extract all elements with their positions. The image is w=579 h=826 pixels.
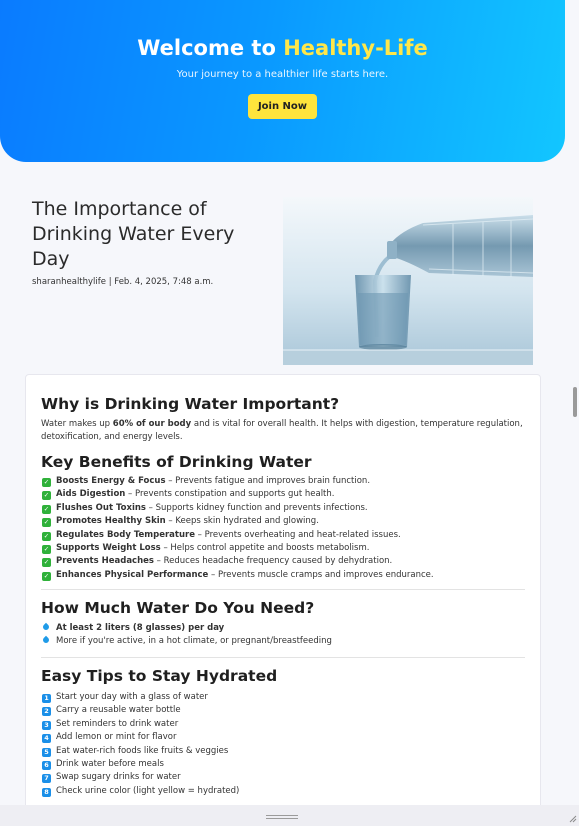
benefits-heading: Key Benefits of Drinking Water (41, 453, 312, 471)
bottom-drag-bar[interactable] (0, 805, 579, 826)
tip-text: Set reminders to drink water (56, 718, 179, 729)
tip-item: 2 Carry a reusable water bottle (42, 704, 239, 717)
benefit-item: ✓ Boosts Energy & Focus – Prevents fatigu… (42, 475, 434, 488)
article-card: Why is Drinking Water Important? Water m… (25, 374, 541, 816)
number-1-icon: 1 (42, 694, 51, 703)
number-4-icon: 4 (42, 734, 51, 744)
resize-corner-icon[interactable] (569, 815, 577, 823)
benefit-title: Aids Digestion (56, 489, 126, 500)
tip-text: Drink water before meals (56, 758, 164, 769)
benefit-desc: – Prevents constipation and supports gut… (125, 489, 335, 500)
benefit-desc: – Prevents overheating and heat-related … (194, 529, 401, 540)
benefit-title: Prevents Headaches (56, 556, 154, 567)
tips-list: 1 Start your day with a glass of water 2C… (42, 691, 239, 798)
check-icon: ✓ (42, 518, 51, 528)
water-drop-icon (41, 636, 51, 645)
benefit-item: ✓ Flushes Out Toxins – Supports kidney fu… (42, 502, 434, 515)
hero-tagline: Your journey to a healthier life starts … (176, 69, 389, 80)
benefit-desc: – Helps control appetite and boosts meta… (160, 542, 370, 553)
benefit-title: Supports Weight Loss (56, 542, 161, 553)
tip-text: Carry a reusable water bottle (56, 705, 181, 716)
benefit-item: ✓ Supports Weight Loss – Helps control ap… (42, 542, 434, 555)
why-paragraph: Water makes up 60% of our body and is vi… (41, 418, 526, 444)
check-icon: ✓ (42, 558, 51, 568)
check-icon: ✓ (42, 544, 51, 554)
join-now-button[interactable]: Join Now (248, 94, 317, 119)
number-8-icon: 8 (42, 787, 51, 797)
check-icon: ✓ (42, 531, 51, 541)
water-drop-icon (41, 622, 51, 632)
benefit-desc: – Prevents fatigue and improves brain fu… (165, 476, 371, 486)
drag-handle-icon[interactable] (266, 815, 298, 819)
why-text-before: Water makes up (41, 419, 113, 429)
section-divider (41, 657, 525, 658)
amount-heading: How Much Water Do You Need? (41, 599, 315, 617)
why-heading: Why is Drinking Water Important? (41, 395, 340, 413)
tip-item: 6 Drink water before meals (42, 758, 239, 771)
hero-title-prefix: Welcome to (137, 36, 284, 60)
post-meta: sharanhealthylife | Feb. 4, 2025, 7:48 a… (32, 277, 214, 287)
tip-text: Eat water-rich foods like fruits & veggi… (56, 745, 229, 756)
benefit-title: Enhances Physical Performance (56, 569, 209, 580)
hero-title: Welcome to Healthy-Life (0, 36, 565, 60)
number-6-icon: 6 (42, 760, 51, 770)
number-3-icon: 3 (42, 720, 51, 730)
tip-text: Start your day with a glass of water (56, 692, 208, 702)
hero-title-accent: Healthy-Life (283, 36, 428, 60)
benefits-list: ✓ Boosts Energy & Focus – Prevents fatigu… (42, 475, 434, 582)
benefit-item: ✓ Aids Digestion – Prevents constipation … (42, 488, 434, 501)
hero-banner: Welcome to Healthy-Life Your journey to … (0, 0, 565, 162)
benefit-desc: – Keeps skin hydrated and glowing. (165, 516, 319, 527)
benefit-desc: – Reduces headache frequency caused by d… (153, 556, 393, 567)
amount-item: At least 2 liters (8 glasses) per day (41, 622, 332, 635)
number-7-icon: 7 (42, 774, 51, 784)
number-2-icon: 2 (42, 707, 51, 717)
amount-list: At least 2 liters (8 glasses) per day Mo… (41, 622, 332, 649)
tip-item: 7 Swap sugary drinks for water (42, 771, 239, 784)
benefit-item: ✓ Enhances Physical Performance – Prevent… (42, 569, 434, 582)
amount-text: More if you're active, in a hot climate,… (56, 636, 332, 647)
water-pouring-image (283, 197, 533, 365)
tip-item: 8 Check urine color (light yellow = hydra… (42, 785, 239, 798)
tip-item: 3 Set reminders to drink water (42, 718, 239, 731)
tip-item: 5 Eat water-rich foods like fruits & vegg… (42, 745, 239, 758)
check-icon: ✓ (42, 504, 51, 514)
check-icon: ✓ (42, 491, 51, 501)
why-text-bold: 60% of our body (112, 419, 192, 429)
section-divider (41, 589, 525, 590)
check-icon: ✓ (42, 478, 51, 487)
benefit-item: ✓ Prevents Headaches – Reduces headache f… (42, 555, 434, 568)
benefit-title: Boosts Energy & Focus (56, 476, 166, 486)
benefit-title: Regulates Body Temperature (56, 529, 195, 540)
tip-item: 1 Start your day with a glass of water (42, 691, 239, 704)
benefit-desc: – Supports kidney function and prevents … (145, 502, 368, 513)
benefit-title: Flushes Out Toxins (56, 502, 146, 513)
amount-text: At least 2 liters (8 glasses) per day (56, 623, 225, 633)
number-5-icon: 5 (42, 747, 51, 757)
tip-item: 4 Add lemon or mint for flavor (42, 731, 239, 744)
benefit-title: Promotes Healthy Skin (56, 516, 166, 527)
tip-text: Check urine color (light yellow = hydrat… (56, 785, 240, 796)
benefit-item: ✓ Regulates Body Temperature – Prevents o… (42, 529, 434, 542)
amount-item: More if you're active, in a hot climate,… (41, 635, 332, 648)
tip-text: Add lemon or mint for flavor (56, 732, 177, 743)
tip-text: Swap sugary drinks for water (56, 772, 181, 783)
benefit-item: ✓ Promotes Healthy Skin – Keeps skin hydr… (42, 515, 434, 528)
post-title: The Importance of Drinking Water Every D… (32, 198, 235, 270)
scrollbar-grip[interactable] (573, 387, 577, 417)
check-icon: ✓ (42, 571, 51, 581)
tips-heading: Easy Tips to Stay Hydrated (41, 667, 278, 685)
benefit-desc: – Prevents muscle cramps and improves en… (208, 569, 434, 580)
